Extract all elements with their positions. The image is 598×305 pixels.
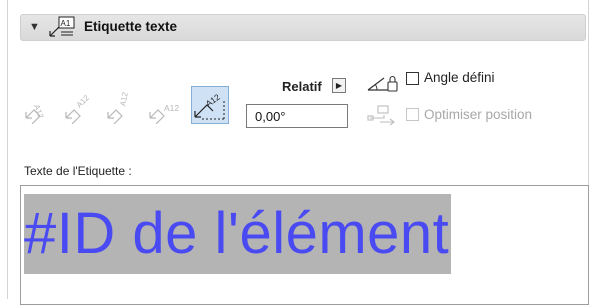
svg-text:A12: A12 bbox=[118, 91, 129, 107]
svg-text:A12: A12 bbox=[164, 103, 179, 113]
angle-input[interactable]: 0,00° bbox=[246, 104, 348, 128]
label-orientation-3-icon[interactable]: A12 bbox=[104, 84, 140, 124]
svg-text:A12: A12 bbox=[204, 92, 222, 109]
label-text-caption: Texte de l'Etiquette : bbox=[24, 164, 132, 178]
label-orientation-4-icon[interactable]: A12 bbox=[146, 84, 190, 124]
svg-text:A12: A12 bbox=[32, 103, 46, 120]
label-text-area[interactable]: #ID de l'élément bbox=[20, 185, 589, 305]
label-text-content: #ID de l'élément bbox=[24, 194, 452, 274]
label-orientation-5-button[interactable]: A12 bbox=[191, 86, 229, 124]
angle-defini-checkbox[interactable] bbox=[406, 72, 419, 85]
panel-header[interactable]: ▼ A1 Etiquette texte bbox=[20, 14, 586, 41]
optimize-position-icon bbox=[367, 105, 395, 126]
panel-title: Etiquette texte bbox=[84, 19, 178, 34]
label-orientation-5-icon: A12 bbox=[194, 92, 225, 120]
angle-lock-icon bbox=[367, 75, 398, 92]
svg-text:A1: A1 bbox=[61, 19, 71, 28]
svg-text:A12: A12 bbox=[75, 93, 92, 110]
optimiser-position-checkbox[interactable] bbox=[406, 108, 419, 121]
label-orientation-1-icon[interactable]: A12 bbox=[22, 84, 58, 124]
optimiser-position-label: Optimiser position bbox=[424, 107, 533, 122]
panel-frame-left bbox=[7, 0, 8, 299]
label-text-icon: A1 bbox=[49, 16, 75, 37]
collapse-arrow-icon[interactable]: ▼ bbox=[29, 21, 40, 33]
label-orientation-2-icon[interactable]: A12 bbox=[62, 84, 98, 124]
relatif-label: Relatif bbox=[282, 79, 322, 94]
relatif-dropdown-button[interactable]: ▶ bbox=[332, 78, 346, 93]
angle-defini-label: Angle défini bbox=[424, 70, 495, 85]
